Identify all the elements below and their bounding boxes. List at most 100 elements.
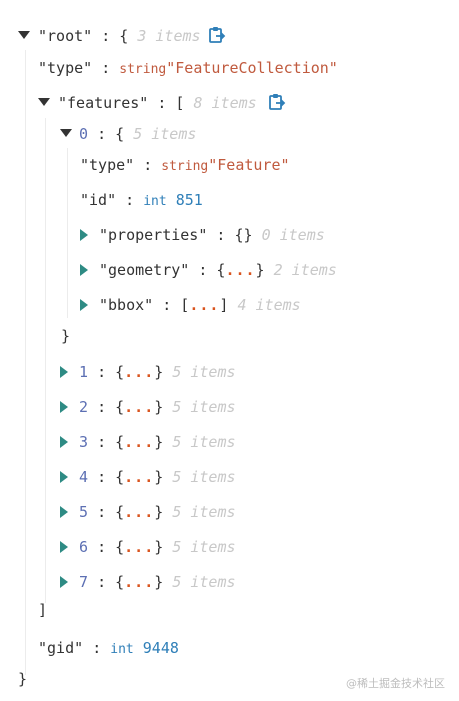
- type-value: "FeatureCollection": [166, 59, 338, 77]
- features-copy-button[interactable]: [268, 93, 286, 111]
- bbox-key: "bbox": [99, 296, 154, 314]
- json-row-feature-0-type: "type" : string"Feature": [80, 153, 290, 177]
- collapsed-feature-item-count: 5 items: [172, 538, 236, 556]
- triangle-right-icon: [60, 401, 68, 413]
- gid-key: "gid": [38, 639, 84, 657]
- triangle-down-icon: [18, 31, 30, 39]
- collapsed-feature-index: 6: [79, 538, 89, 556]
- triangle-right-icon: [80, 229, 88, 241]
- features-colon: :: [157, 94, 167, 112]
- triangle-right-icon: [60, 506, 68, 518]
- collapsed-feature-index: 5: [79, 503, 89, 521]
- type-type-tag: string: [119, 62, 167, 77]
- features-close-bracket: ]: [38, 601, 48, 619]
- collapsed-feature-ellipsis[interactable]: ...: [124, 573, 154, 591]
- collapsed-feature-colon: :: [97, 398, 107, 416]
- root-copy-button[interactable]: [208, 26, 226, 44]
- properties-colon: :: [216, 226, 226, 244]
- collapsed-feature-close-brace: }: [154, 573, 164, 591]
- collapsed-feature-ellipsis[interactable]: ...: [124, 398, 154, 416]
- collapsed-feature-colon: :: [97, 433, 107, 451]
- collapsed-feature-index: 7: [79, 573, 89, 591]
- feature-0-id-value: 851: [175, 191, 203, 209]
- feature-0-id-colon: :: [125, 191, 135, 209]
- bbox-colon: :: [162, 296, 172, 314]
- triangle-right-icon: [60, 576, 68, 588]
- root-item-count: 3 items: [137, 27, 201, 45]
- triangle-right-icon: [80, 299, 88, 311]
- bbox-close-bracket: ]: [219, 296, 229, 314]
- collapsed-feature-colon: :: [97, 503, 107, 521]
- json-row-type: "type" : string"FeatureCollection": [38, 56, 338, 80]
- collapsed-feature-expand-toggle[interactable]: [60, 430, 74, 454]
- features-key: "features": [58, 94, 149, 112]
- triangle-right-icon: [60, 436, 68, 448]
- collapsed-feature-ellipsis[interactable]: ...: [124, 433, 154, 451]
- json-row-feature-0-id: "id" : int 851: [80, 188, 203, 212]
- collapsed-feature-open-brace: {: [115, 468, 125, 486]
- collapsed-feature-colon: :: [97, 468, 107, 486]
- collapsed-feature-ellipsis[interactable]: ...: [124, 503, 154, 521]
- collapsed-feature-ellipsis[interactable]: ...: [124, 468, 154, 486]
- properties-value: {}: [234, 226, 253, 244]
- json-row-gid: "gid" : int 9448: [38, 636, 179, 660]
- collapsed-feature-item-count: 5 items: [172, 503, 236, 521]
- properties-expand-toggle[interactable]: [80, 223, 94, 247]
- collapsed-feature-index: 1: [79, 363, 89, 381]
- collapsed-feature-open-brace: {: [115, 538, 125, 556]
- geometry-close-brace: }: [255, 261, 265, 279]
- collapsed-feature-close-brace: }: [154, 503, 164, 521]
- bbox-open-bracket: [: [180, 296, 190, 314]
- clipboard-copy-icon: [209, 27, 226, 43]
- type-colon: :: [101, 59, 111, 77]
- collapsed-feature-item-count: 5 items: [172, 398, 236, 416]
- collapsed-feature-close-brace: }: [154, 433, 164, 451]
- feature-0-expand-toggle[interactable]: [60, 122, 74, 146]
- collapsed-feature-index: 4: [79, 468, 89, 486]
- collapsed-feature-expand-toggle[interactable]: [60, 535, 74, 559]
- collapsed-feature-expand-toggle[interactable]: [60, 465, 74, 489]
- collapsed-feature-close-brace: }: [154, 468, 164, 486]
- collapsed-feature-expand-toggle[interactable]: [60, 570, 74, 594]
- collapsed-feature-open-brace: {: [115, 573, 125, 591]
- json-row-features-close: ]: [38, 598, 47, 622]
- collapsed-feature-ellipsis[interactable]: ...: [124, 363, 154, 381]
- feature-0-type-value: "Feature": [208, 156, 290, 174]
- collapsed-feature-item-count: 5 items: [172, 468, 236, 486]
- collapsed-feature-colon: :: [97, 538, 107, 556]
- root-open-brace: {: [119, 27, 129, 45]
- features-expand-toggle[interactable]: [38, 91, 52, 115]
- feature-0-colon: :: [97, 125, 107, 143]
- geometry-item-count: 2 items: [273, 261, 337, 279]
- collapsed-feature-open-brace: {: [115, 363, 125, 381]
- bbox-ellipsis[interactable]: ...: [189, 296, 219, 314]
- root-expand-toggle[interactable]: [18, 24, 32, 48]
- indent-guide-features: [45, 118, 46, 603]
- bbox-expand-toggle[interactable]: [80, 293, 94, 317]
- collapsed-feature-expand-toggle[interactable]: [60, 360, 74, 384]
- features-item-count: 8 items: [193, 94, 257, 112]
- collapsed-feature-expand-toggle[interactable]: [60, 395, 74, 419]
- geometry-expand-toggle[interactable]: [80, 258, 94, 282]
- indent-guide-root: [25, 50, 26, 675]
- feature-0-type-key: "type": [80, 156, 135, 174]
- indent-guide-feature0: [67, 148, 68, 318]
- features-open-bracket: [: [175, 94, 185, 112]
- collapsed-feature-ellipsis[interactable]: ...: [124, 538, 154, 556]
- collapsed-feature-colon: :: [97, 573, 107, 591]
- properties-item-count: 0 items: [261, 226, 325, 244]
- collapsed-feature-expand-toggle[interactable]: [60, 500, 74, 524]
- feature-0-item-count: 5 items: [133, 125, 197, 143]
- collapsed-feature-open-brace: {: [115, 398, 125, 416]
- root-key: "root": [38, 27, 93, 45]
- feature-0-type-tag: string: [161, 159, 209, 174]
- gid-colon: :: [92, 639, 102, 657]
- feature-0-index: 0: [79, 125, 89, 143]
- collapsed-feature-item-count: 5 items: [172, 363, 236, 381]
- clipboard-copy-icon: [269, 94, 286, 110]
- triangle-right-icon: [60, 471, 68, 483]
- feature-0-open-brace: {: [115, 125, 125, 143]
- feature-0-id-key: "id": [80, 191, 117, 209]
- geometry-ellipsis[interactable]: ...: [225, 261, 255, 279]
- collapsed-feature-index: 3: [79, 433, 89, 451]
